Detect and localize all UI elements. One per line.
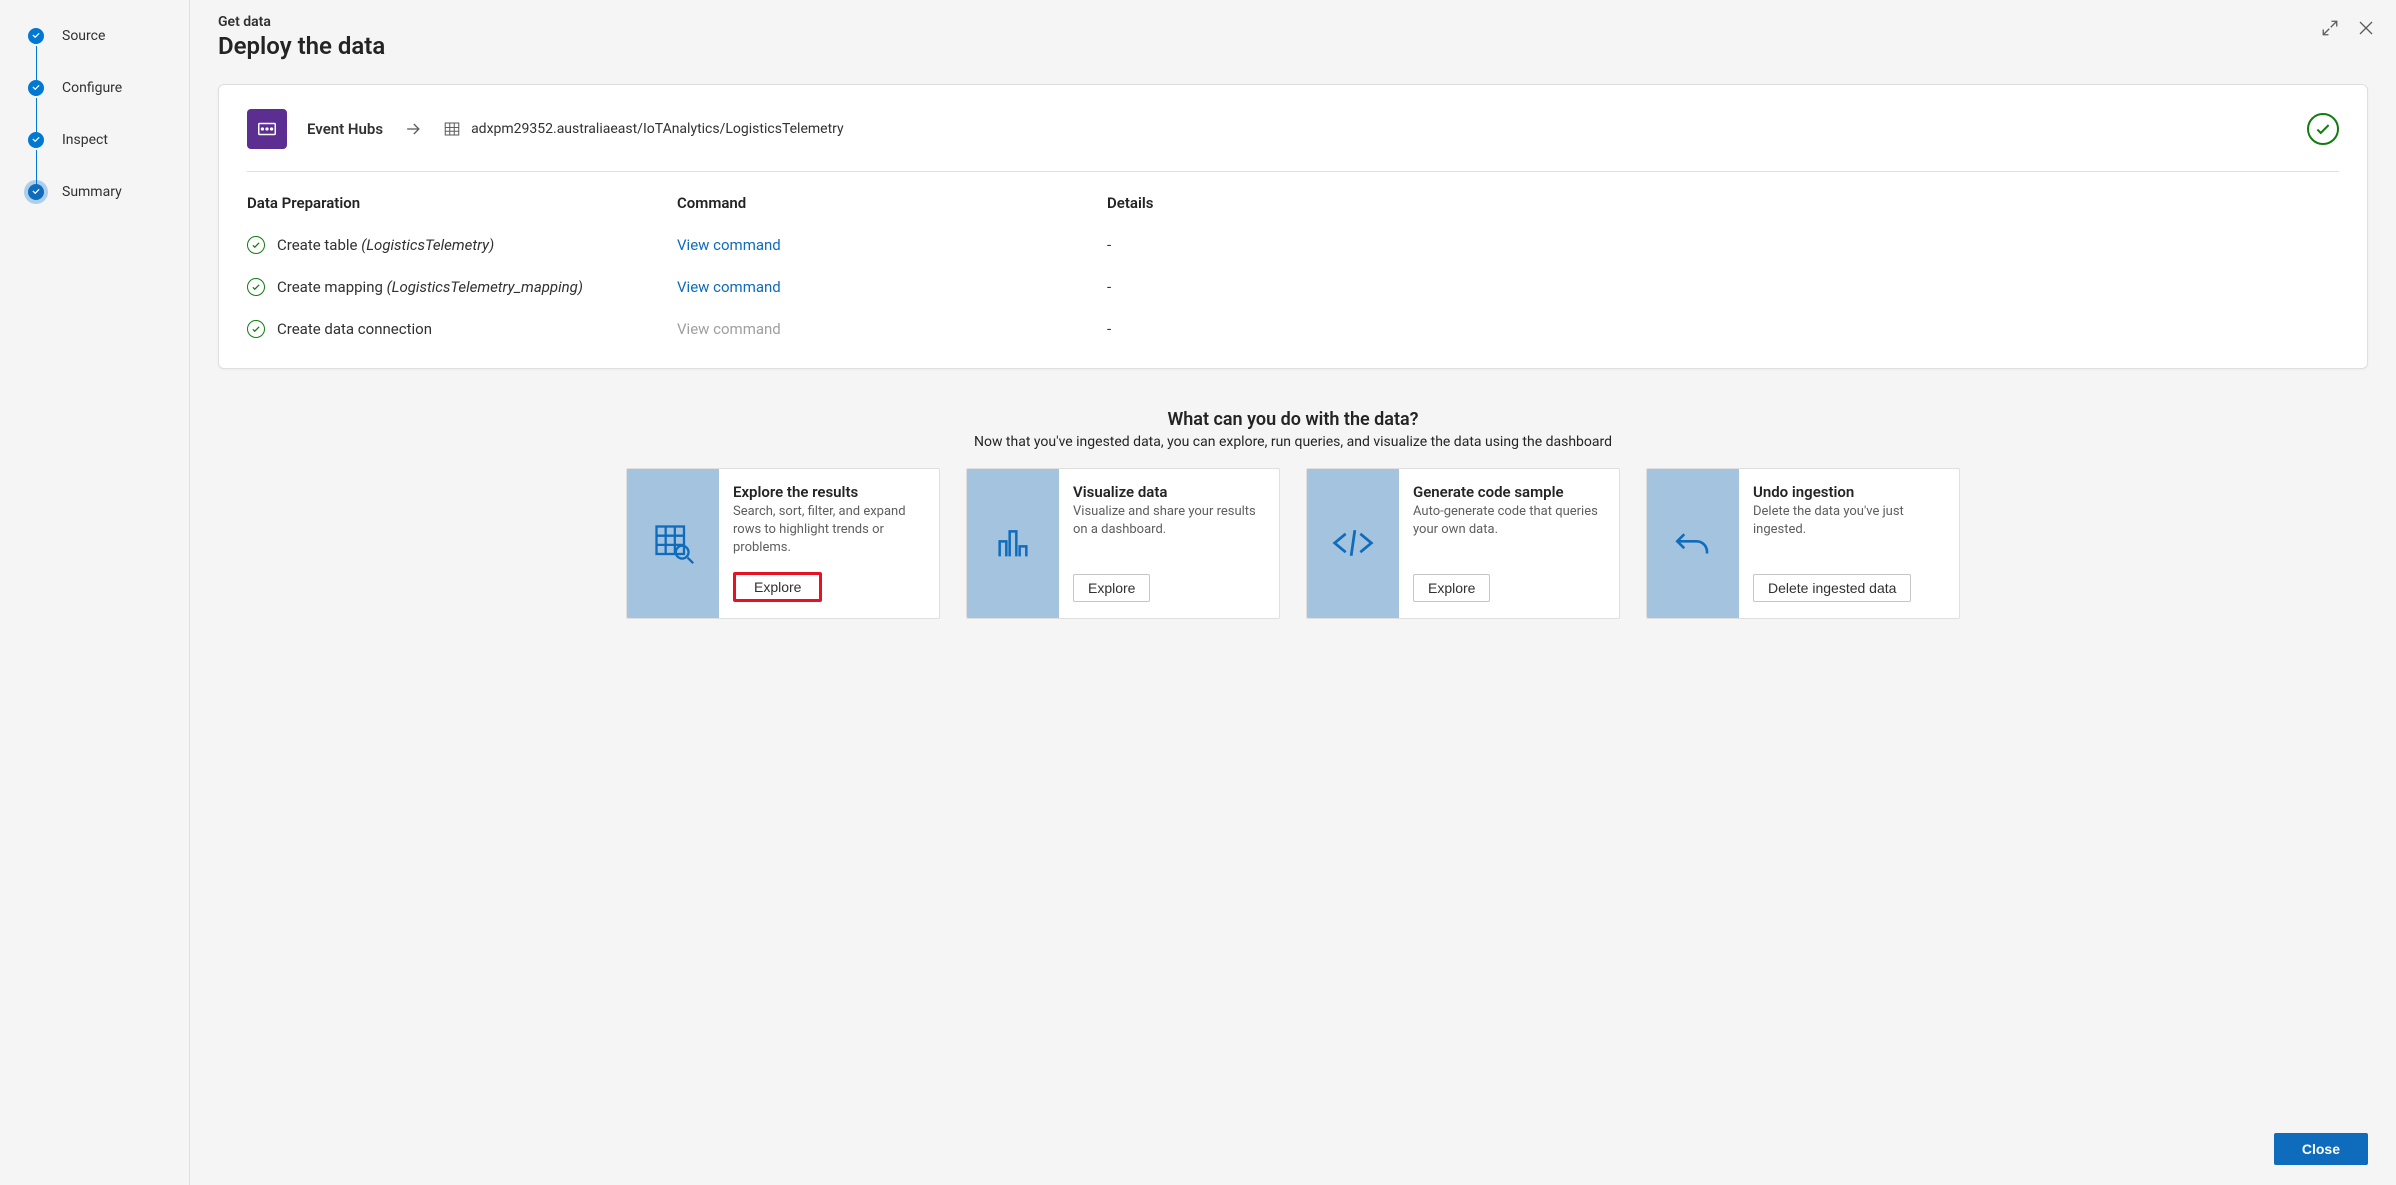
- code-icon: [1307, 469, 1399, 618]
- connection-target: adxpm29352.australiaeast/IoTAnalytics/Lo…: [471, 121, 844, 137]
- breadcrumb: Get data: [218, 14, 2368, 30]
- dialog-footer: Close: [218, 1103, 2368, 1165]
- success-icon: [247, 320, 265, 338]
- success-icon: [247, 278, 265, 296]
- page-title: Deploy the data: [218, 32, 2368, 60]
- card-desc: Delete the data you've just ingested.: [1753, 503, 1945, 560]
- next-steps-subtitle: Now that you've ingested data, you can e…: [218, 434, 2368, 450]
- details-cell: -: [1107, 236, 2339, 254]
- card-visualize: Visualize data Visualize and share your …: [966, 468, 1280, 619]
- card-explore-results: Explore the results Search, sort, filter…: [626, 468, 940, 619]
- step-label: Summary: [62, 184, 122, 200]
- next-steps-title: What can you do with the data?: [218, 409, 2368, 430]
- success-icon: [247, 236, 265, 254]
- status-success-icon: [2307, 113, 2339, 145]
- step-source[interactable]: Source: [28, 28, 189, 80]
- table-row: Create mapping (LogisticsTelemetry_mappi…: [247, 278, 677, 296]
- main-panel: Get data Deploy the data Event Hubs adxp…: [190, 0, 2396, 1185]
- prep-label: Create data connection: [277, 320, 432, 338]
- explore-button[interactable]: Explore: [733, 572, 822, 602]
- connection-row: Event Hubs adxpm29352.australiaeast/IoTA…: [247, 109, 2339, 172]
- step-label: Source: [62, 28, 105, 44]
- check-icon: [28, 132, 44, 148]
- card-desc: Visualize and share your results on a da…: [1073, 503, 1265, 560]
- next-steps-section: What can you do with the data? Now that …: [218, 409, 2368, 619]
- table-row: Create table (LogisticsTelemetry): [247, 236, 677, 254]
- col-header-command: Command: [677, 194, 1107, 212]
- wizard-stepper: Source Configure Inspect Summary: [0, 0, 190, 1185]
- view-command-link[interactable]: View command: [677, 278, 1107, 296]
- check-icon: [28, 80, 44, 96]
- table-search-icon: [627, 469, 719, 618]
- close-button[interactable]: Close: [2274, 1133, 2368, 1165]
- action-cards-row: Explore the results Search, sort, filter…: [218, 468, 2368, 619]
- card-desc: Auto-generate code that queries your own…: [1413, 503, 1605, 560]
- step-label: Configure: [62, 80, 122, 96]
- prep-label: Create table (LogisticsTelemetry): [277, 236, 494, 254]
- bar-chart-icon: [967, 469, 1059, 618]
- check-icon: [28, 184, 44, 200]
- step-summary[interactable]: Summary: [28, 184, 189, 236]
- card-undo: Undo ingestion Delete the data you've ju…: [1646, 468, 1960, 619]
- step-label: Inspect: [62, 132, 108, 148]
- card-title: Visualize data: [1073, 483, 1265, 501]
- deploy-data-dialog: Source Configure Inspect Summary Get dat…: [0, 0, 2396, 1185]
- undo-icon: [1647, 469, 1739, 618]
- card-desc: Search, sort, filter, and expand rows to…: [733, 503, 925, 558]
- table-icon: [443, 120, 461, 138]
- col-header-preparation: Data Preparation: [247, 194, 677, 212]
- data-preparation-table: Data Preparation Command Details Create …: [247, 194, 2339, 338]
- step-configure[interactable]: Configure: [28, 80, 189, 132]
- expand-icon[interactable]: [2320, 18, 2340, 38]
- card-title: Undo ingestion: [1753, 483, 1945, 501]
- col-header-details: Details: [1107, 194, 2339, 212]
- arrow-right-icon: [403, 119, 423, 139]
- details-cell: -: [1107, 278, 2339, 296]
- summary-card: Event Hubs adxpm29352.australiaeast/IoTA…: [218, 84, 2368, 369]
- card-generate-code: Generate code sample Auto-generate code …: [1306, 468, 1620, 619]
- details-cell: -: [1107, 320, 2339, 338]
- close-icon[interactable]: [2356, 18, 2376, 38]
- card-title: Explore the results: [733, 483, 925, 501]
- card-title: Generate code sample: [1413, 483, 1605, 501]
- explore-button[interactable]: Explore: [1073, 574, 1150, 602]
- prep-label: Create mapping (LogisticsTelemetry_mappi…: [277, 278, 583, 296]
- event-hubs-icon: [247, 109, 287, 149]
- connection-source: Event Hubs: [307, 120, 383, 138]
- check-icon: [28, 28, 44, 44]
- delete-ingested-data-button[interactable]: Delete ingested data: [1753, 574, 1911, 602]
- table-row: Create data connection: [247, 320, 677, 338]
- explore-button[interactable]: Explore: [1413, 574, 1490, 602]
- step-inspect[interactable]: Inspect: [28, 132, 189, 184]
- view-command-link: View command: [677, 320, 1107, 338]
- view-command-link[interactable]: View command: [677, 236, 1107, 254]
